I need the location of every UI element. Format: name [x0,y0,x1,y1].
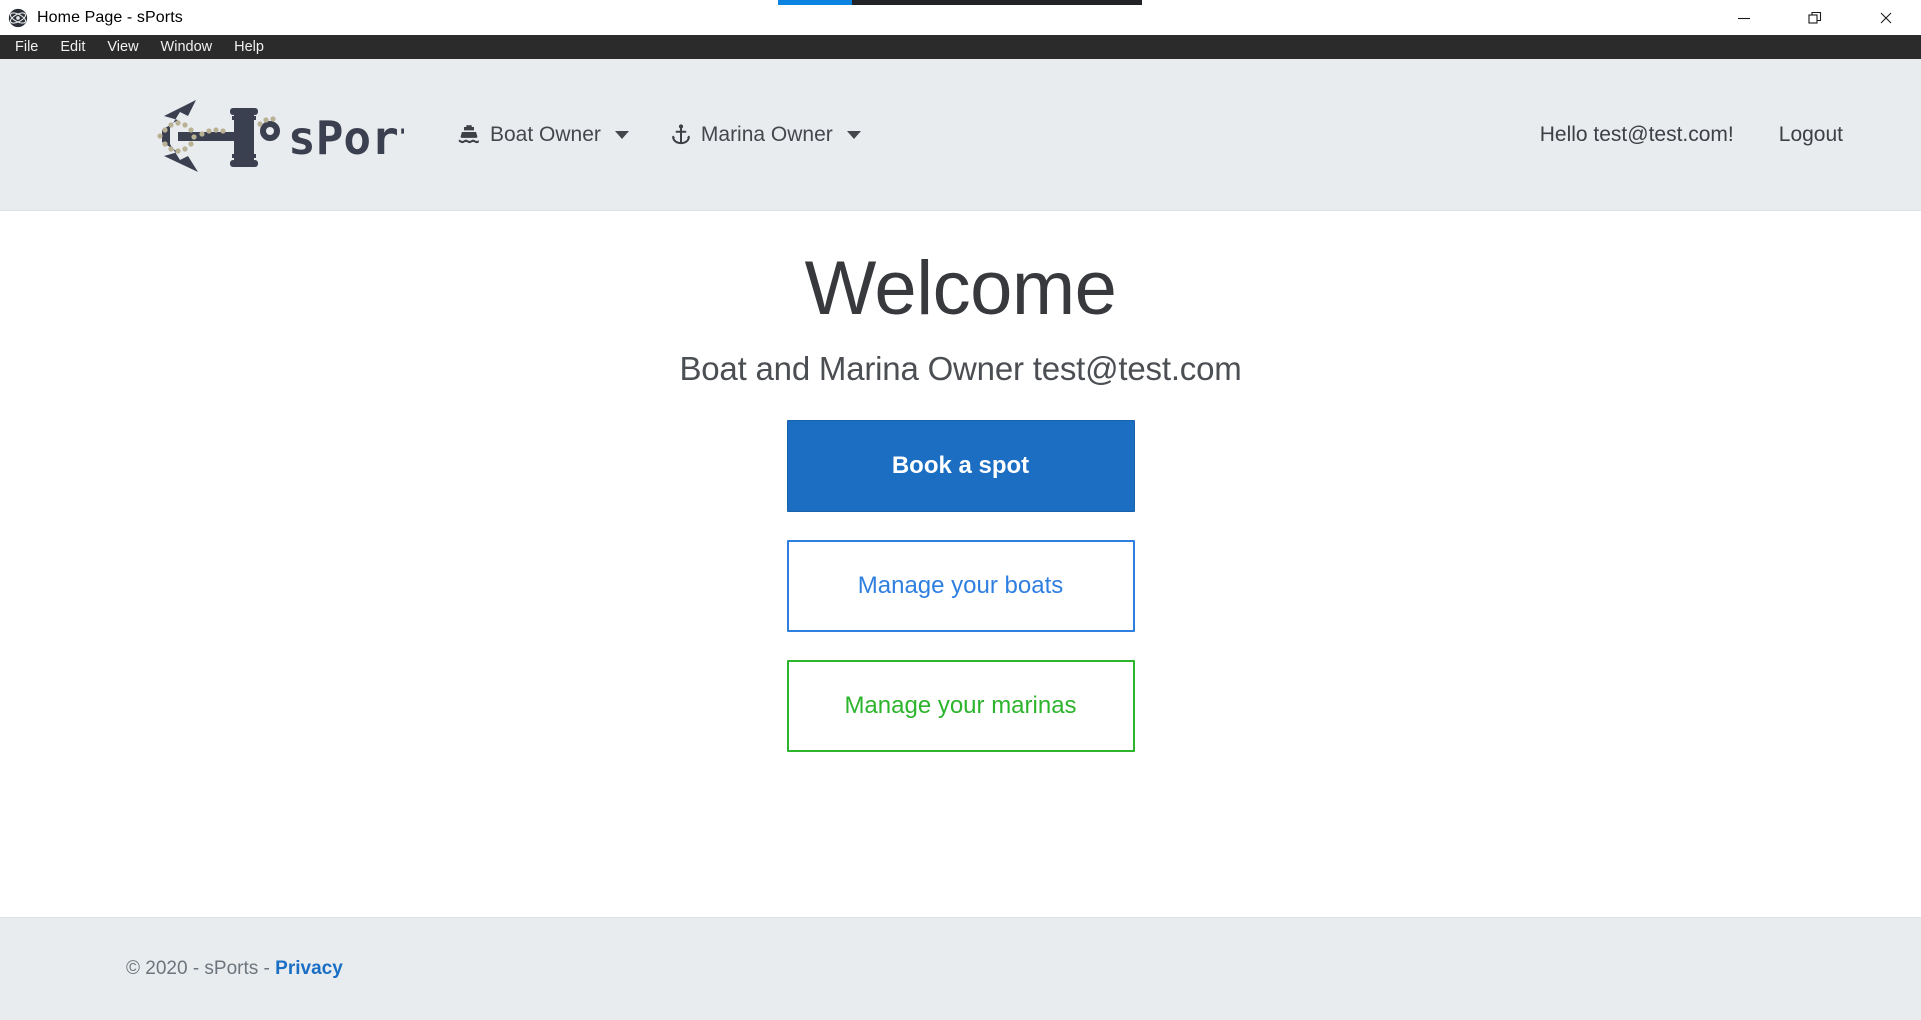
menu-item-view[interactable]: View [96,36,149,58]
restore-icon [1807,11,1821,24]
minimize-icon [1737,17,1750,19]
nav-item-boat-owner[interactable]: Boat Owner [456,122,629,148]
chevron-down-icon [614,130,629,139]
main-content: Welcome Boat and Marina Owner test@test.… [0,211,1921,917]
footer-text: © 2020 - sPorts - Privacy [126,958,343,980]
ship-icon [456,122,482,148]
nav-item-marina-owner-label: Marina Owner [700,122,833,146]
page-subtitle: Boat and Marina Owner test@test.com [679,349,1242,387]
progress-bar-filled [778,0,852,5]
application-menubar: File Edit View Window Help [0,35,1921,59]
close-icon [1880,12,1891,23]
user-greeting: Hello test@test.com! [1539,122,1734,146]
book-a-spot-button[interactable]: Book a spot [786,419,1135,512]
manage-your-boats-button[interactable]: Manage your boats [786,539,1135,632]
action-button-group: Book a spot Manage your boats Manage you… [786,419,1135,752]
user-menu: Hello test@test.com! Logout [1540,123,1843,147]
anchor-icon [669,122,693,147]
privacy-link[interactable]: Privacy [275,958,343,979]
manage-your-marinas-button[interactable]: Manage your marinas [786,659,1135,752]
chevron-down-icon [846,130,861,139]
menu-item-edit[interactable]: Edit [49,36,96,58]
page-load-progress-bar [778,0,1142,5]
anchor-logo-icon: sPorts [157,99,404,172]
minimize-button[interactable] [1708,0,1779,35]
menu-item-window[interactable]: Window [150,36,224,58]
window-controls [1708,0,1921,35]
electron-atom-icon [8,8,28,27]
window-title: Home Page - sPorts [37,8,183,26]
footer-copyright: © 2020 - sPorts - [126,958,276,979]
logout-link[interactable]: Logout [1779,123,1843,147]
close-button[interactable] [1850,0,1921,35]
nav-item-marina-owner[interactable]: Marina Owner [669,122,861,147]
menu-item-file[interactable]: File [4,36,49,58]
menu-item-help[interactable]: Help [223,36,275,58]
site-header: sPorts Boat Owner [0,59,1921,211]
nav-item-boat-owner-label: Boat Owner [490,122,601,146]
brand-wordmark: sPorts [288,111,404,165]
brand-logo-link[interactable]: sPorts [142,94,404,176]
page-title: Welcome [804,246,1117,331]
progress-bar-track [852,0,1142,5]
restore-button[interactable] [1779,0,1850,35]
site-footer: © 2020 - sPorts - Privacy [0,917,1921,1020]
primary-navigation: Boat Owner Marina Owner [456,122,861,148]
window-titlebar: Home Page - sPorts [0,0,1921,35]
